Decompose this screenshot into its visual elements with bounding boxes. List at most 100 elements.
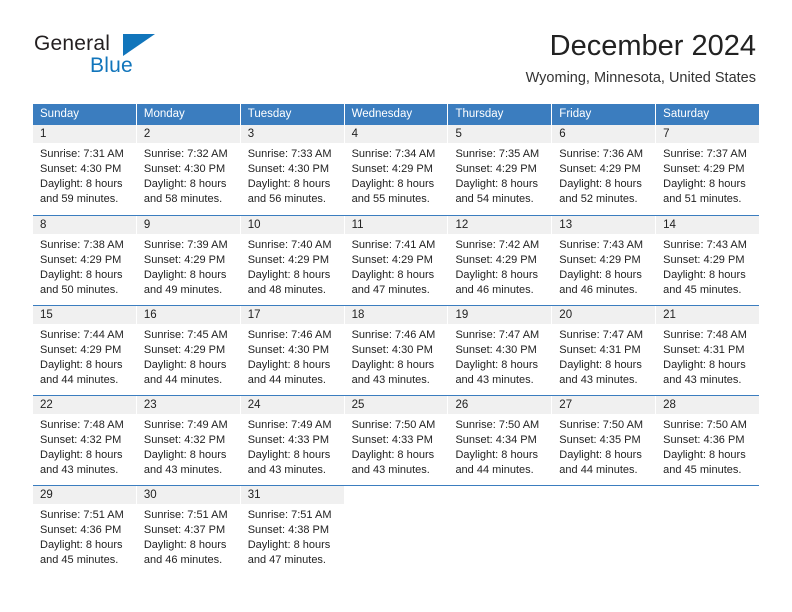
day-number: 13 [552, 216, 656, 234]
daylight-text-line1: Daylight: 8 hours [559, 269, 642, 281]
daylight-text-line1: Daylight: 8 hours [40, 539, 123, 551]
sunrise-text: Sunrise: 7:45 AM [143, 329, 228, 341]
sunset-text: Sunset: 4:34 PM [455, 434, 537, 446]
sunrise-text: Sunrise: 7:48 AM [663, 329, 747, 341]
daylight-text-line1: Daylight: 8 hours [143, 269, 227, 281]
calendar-week-row: 22 Sunrise: 7:48 AM Sunset: 4:32 PM Dayl… [33, 395, 760, 485]
sunset-text: Sunset: 4:35 PM [559, 434, 641, 446]
day-cell[interactable]: 10 Sunrise: 7:40 AM Sunset: 4:29 PM Dayl… [240, 216, 345, 305]
title-block: December 2024 Wyoming, Minnesota, United… [526, 28, 756, 87]
daylight-text-line2: and 43 minutes. [455, 374, 534, 386]
sunset-text: Sunset: 4:30 PM [143, 163, 226, 175]
sunrise-text: Sunrise: 7:33 AM [247, 148, 332, 160]
day-cell[interactable]: 28 Sunrise: 7:50 AM Sunset: 4:36 PM Dayl… [656, 396, 760, 485]
day-cell[interactable]: 29 Sunrise: 7:51 AM Sunset: 4:36 PM Dayl… [33, 486, 137, 575]
calendar-week-row: 8 Sunrise: 7:38 AM Sunset: 4:29 PM Dayli… [33, 215, 760, 305]
day-number: 9 [136, 216, 240, 234]
day-details: Sunrise: 7:49 AM Sunset: 4:32 PM Dayligh… [137, 414, 240, 478]
daylight-text-line1: Daylight: 8 hours [663, 449, 746, 461]
logo-word-general: General [34, 32, 111, 55]
day-cell[interactable]: 22 Sunrise: 7:48 AM Sunset: 4:32 PM Dayl… [33, 396, 137, 485]
daylight-text-line1: Daylight: 8 hours [143, 178, 227, 190]
day-cell[interactable]: 13 Sunrise: 7:43 AM Sunset: 4:29 PM Dayl… [552, 216, 657, 305]
sunset-text: Sunset: 4:30 PM [351, 344, 433, 356]
day-number: 28 [656, 396, 760, 414]
day-cell[interactable]: 2 Sunrise: 7:32 AM Sunset: 4:30 PM Dayli… [136, 125, 241, 215]
day-cell[interactable]: 7 Sunrise: 7:37 AM Sunset: 4:29 PM Dayli… [656, 125, 760, 215]
day-cell[interactable]: 8 Sunrise: 7:38 AM Sunset: 4:29 PM Dayli… [33, 216, 137, 305]
daylight-text-line1: Daylight: 8 hours [247, 269, 331, 281]
day-cell[interactable]: 9 Sunrise: 7:39 AM Sunset: 4:29 PM Dayli… [136, 216, 241, 305]
sunrise-text: Sunrise: 7:50 AM [663, 419, 747, 431]
day-cell[interactable]: 21 Sunrise: 7:48 AM Sunset: 4:31 PM Dayl… [656, 306, 760, 395]
day-details: Sunrise: 7:40 AM Sunset: 4:29 PM Dayligh… [241, 234, 344, 298]
day-number: 31 [240, 486, 344, 504]
day-details: Sunrise: 7:47 AM Sunset: 4:30 PM Dayligh… [448, 324, 551, 388]
sunset-text: Sunset: 4:38 PM [247, 524, 330, 536]
day-details: Sunrise: 7:33 AM Sunset: 4:30 PM Dayligh… [241, 143, 344, 207]
day-cell[interactable]: 12 Sunrise: 7:42 AM Sunset: 4:29 PM Dayl… [448, 216, 553, 305]
day-cell[interactable]: 3 Sunrise: 7:33 AM Sunset: 4:30 PM Dayli… [240, 125, 345, 215]
daylight-text-line1: Daylight: 8 hours [247, 449, 331, 461]
sunrise-text: Sunrise: 7:40 AM [247, 239, 332, 251]
sunrise-text: Sunrise: 7:49 AM [143, 419, 228, 431]
sunset-text: Sunset: 4:29 PM [559, 254, 641, 266]
day-cell-empty [344, 486, 449, 575]
day-cell[interactable]: 16 Sunrise: 7:45 AM Sunset: 4:29 PM Dayl… [136, 306, 241, 395]
daylight-text-line1: Daylight: 8 hours [247, 178, 331, 190]
general-blue-logo[interactable]: General Blue [34, 32, 254, 88]
day-cell[interactable]: 26 Sunrise: 7:50 AM Sunset: 4:34 PM Dayl… [448, 396, 553, 485]
day-cell[interactable]: 5 Sunrise: 7:35 AM Sunset: 4:29 PM Dayli… [448, 125, 553, 215]
sunset-text: Sunset: 4:33 PM [247, 434, 330, 446]
day-cell[interactable]: 6 Sunrise: 7:36 AM Sunset: 4:29 PM Dayli… [552, 125, 657, 215]
day-cell[interactable]: 4 Sunrise: 7:34 AM Sunset: 4:29 PM Dayli… [344, 125, 449, 215]
sunrise-text: Sunrise: 7:51 AM [247, 509, 332, 521]
day-cell[interactable]: 1 Sunrise: 7:31 AM Sunset: 4:30 PM Dayli… [33, 125, 137, 215]
daylight-text-line2: and 47 minutes. [247, 554, 326, 566]
day-number: 25 [344, 396, 448, 414]
day-cell[interactable]: 15 Sunrise: 7:44 AM Sunset: 4:29 PM Dayl… [33, 306, 137, 395]
daylight-text-line1: Daylight: 8 hours [143, 449, 227, 461]
day-cell[interactable]: 23 Sunrise: 7:49 AM Sunset: 4:32 PM Dayl… [136, 396, 241, 485]
day-details: Sunrise: 7:51 AM Sunset: 4:37 PM Dayligh… [137, 504, 240, 568]
daylight-text-line1: Daylight: 8 hours [455, 449, 538, 461]
day-number: 3 [240, 125, 344, 143]
day-number: 22 [33, 396, 136, 414]
daylight-text-line2: and 50 minutes. [40, 284, 119, 296]
logo-word-blue: Blue [90, 54, 133, 77]
day-details: Sunrise: 7:44 AM Sunset: 4:29 PM Dayligh… [33, 324, 136, 388]
day-cell[interactable]: 24 Sunrise: 7:49 AM Sunset: 4:33 PM Dayl… [240, 396, 345, 485]
sunset-text: Sunset: 4:29 PM [455, 254, 537, 266]
day-details: Sunrise: 7:43 AM Sunset: 4:29 PM Dayligh… [656, 234, 759, 298]
day-cell[interactable]: 17 Sunrise: 7:46 AM Sunset: 4:30 PM Dayl… [240, 306, 345, 395]
sunrise-text: Sunrise: 7:43 AM [663, 239, 747, 251]
day-details: Sunrise: 7:51 AM Sunset: 4:38 PM Dayligh… [241, 504, 344, 568]
daylight-text-line2: and 43 minutes. [143, 464, 223, 476]
day-cell[interactable]: 30 Sunrise: 7:51 AM Sunset: 4:37 PM Dayl… [136, 486, 241, 575]
day-number: 2 [136, 125, 240, 143]
sunrise-text: Sunrise: 7:41 AM [351, 239, 436, 251]
day-details: Sunrise: 7:39 AM Sunset: 4:29 PM Dayligh… [137, 234, 240, 298]
day-details: Sunrise: 7:35 AM Sunset: 4:29 PM Dayligh… [448, 143, 551, 207]
weekday-header-monday: Monday [136, 104, 241, 125]
day-cell[interactable]: 20 Sunrise: 7:47 AM Sunset: 4:31 PM Dayl… [552, 306, 657, 395]
day-cell[interactable]: 31 Sunrise: 7:51 AM Sunset: 4:38 PM Dayl… [240, 486, 345, 575]
day-cell[interactable]: 14 Sunrise: 7:43 AM Sunset: 4:29 PM Dayl… [656, 216, 760, 305]
daylight-text-line2: and 47 minutes. [351, 284, 430, 296]
day-details: Sunrise: 7:51 AM Sunset: 4:36 PM Dayligh… [33, 504, 136, 568]
sunset-text: Sunset: 4:29 PM [559, 163, 641, 175]
day-cell-empty [448, 486, 553, 575]
sunset-text: Sunset: 4:37 PM [143, 524, 226, 536]
day-details: Sunrise: 7:43 AM Sunset: 4:29 PM Dayligh… [552, 234, 655, 298]
day-cell[interactable]: 19 Sunrise: 7:47 AM Sunset: 4:30 PM Dayl… [448, 306, 553, 395]
page-subtitle: Wyoming, Minnesota, United States [525, 70, 756, 86]
daylight-text-line1: Daylight: 8 hours [40, 178, 123, 190]
day-cell[interactable]: 18 Sunrise: 7:46 AM Sunset: 4:30 PM Dayl… [344, 306, 449, 395]
day-cell[interactable]: 27 Sunrise: 7:50 AM Sunset: 4:35 PM Dayl… [552, 396, 657, 485]
daylight-text-line2: and 43 minutes. [351, 374, 430, 386]
daylight-text-line2: and 55 minutes. [351, 193, 430, 205]
day-cell[interactable]: 11 Sunrise: 7:41 AM Sunset: 4:29 PM Dayl… [344, 216, 449, 305]
day-cell[interactable]: 25 Sunrise: 7:50 AM Sunset: 4:33 PM Dayl… [344, 396, 449, 485]
sunset-text: Sunset: 4:31 PM [663, 344, 745, 356]
sunrise-text: Sunrise: 7:37 AM [663, 148, 747, 160]
